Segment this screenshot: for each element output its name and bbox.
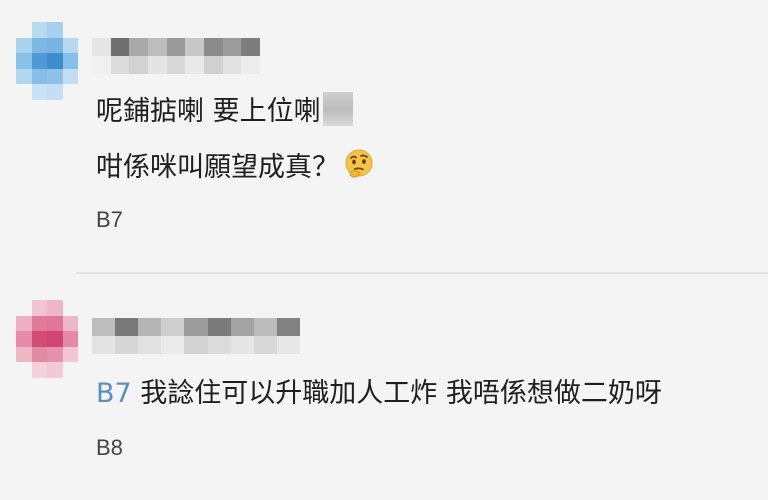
comment-text-line: 呢鋪掂喇 要上位喇 [96, 92, 353, 130]
comment-text: 我諗住可以升職加人工炸 我唔係想做二奶呀 [140, 378, 662, 409]
thinking-face-icon [343, 148, 375, 180]
username-blurred[interactable] [92, 38, 260, 74]
floor-number: B7 [96, 207, 123, 232]
floor-number: B8 [96, 435, 123, 460]
comment-text-line: 咁係咪叫願望成真？ [96, 148, 375, 186]
comment-text: 呢鋪掂喇 要上位喇 [96, 96, 321, 127]
censored-emoji [322, 92, 353, 126]
username-blurred[interactable] [92, 318, 300, 354]
comment-item: B7 我諗住可以升職加人工炸 我唔係想做二奶呀 B8 [0, 274, 768, 500]
reply-tag-link[interactable]: B7 [96, 378, 132, 409]
avatar[interactable] [16, 22, 78, 100]
comment-item: 呢鋪掂喇 要上位喇 咁係咪叫願望成真？ B7 [0, 0, 768, 270]
comment-text: 咁係咪叫願望成真？ [96, 152, 339, 183]
avatar[interactable] [16, 300, 78, 378]
comment-text-line: B7 我諗住可以升職加人工炸 我唔係想做二奶呀 [96, 376, 662, 412]
